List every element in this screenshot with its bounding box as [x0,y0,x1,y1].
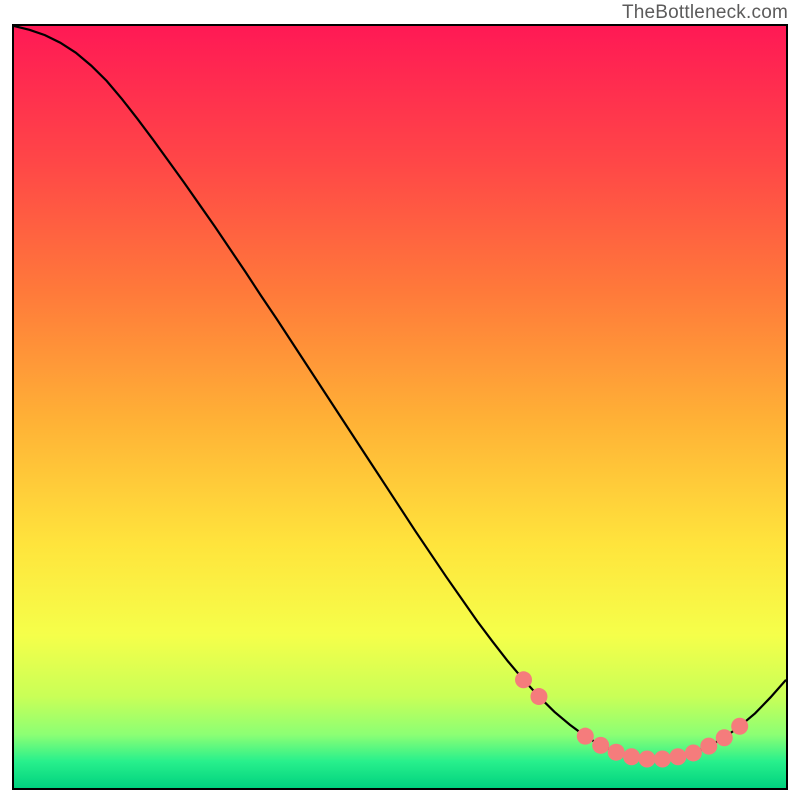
chart-svg [14,26,786,788]
heatmap-background [14,26,786,788]
chart-frame [12,24,788,790]
marker-point [639,751,656,768]
marker-point [669,748,686,765]
marker-point [623,748,640,765]
marker-point [731,718,748,735]
marker-point [700,738,717,755]
marker-point [716,729,733,746]
marker-point [592,737,609,754]
marker-point [515,671,532,688]
attribution-label: TheBottleneck.com [622,2,788,24]
marker-point [608,744,625,761]
marker-point [685,744,702,761]
marker-point [530,688,547,705]
marker-point [577,728,594,745]
marker-point [654,751,671,768]
